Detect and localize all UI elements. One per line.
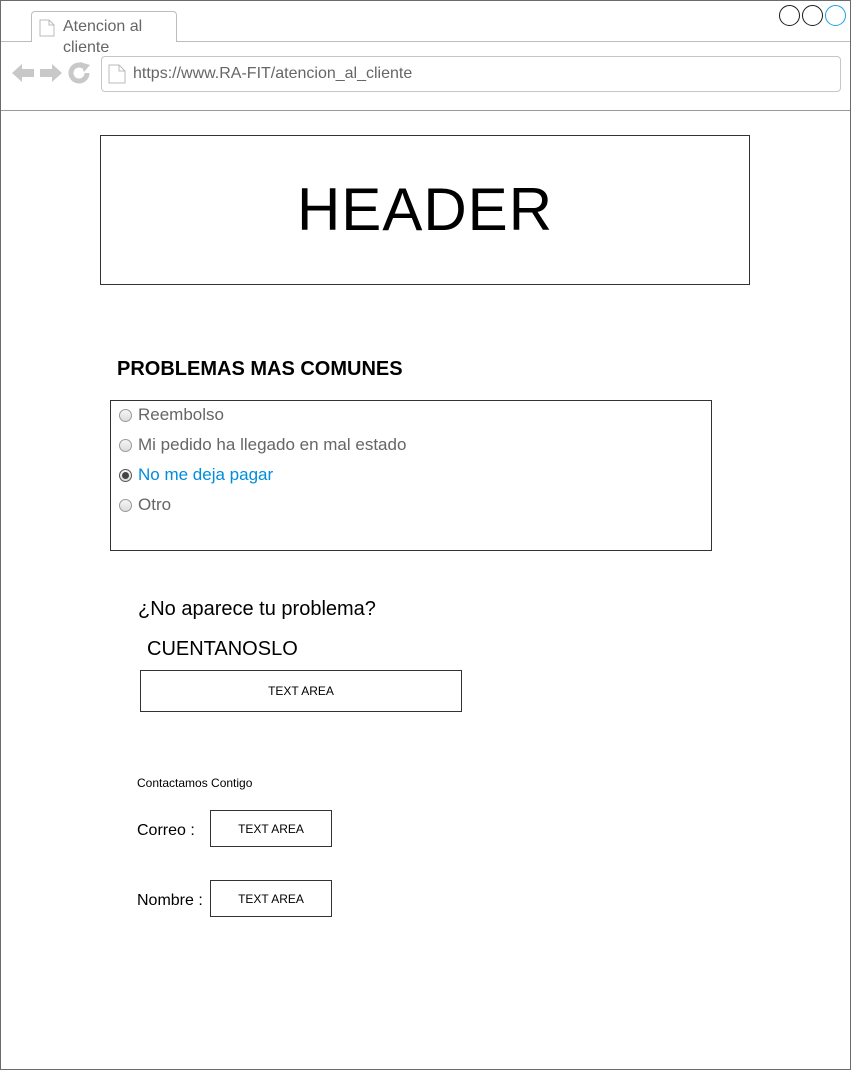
tell-us-heading: CUENTANOSLO <box>147 638 298 660</box>
minimize-button[interactable] <box>779 5 800 26</box>
radio-button[interactable] <box>119 438 132 452</box>
textarea-placeholder: TEXT AREA <box>268 684 334 698</box>
problem-description-textarea[interactable]: TEXT AREA <box>140 670 462 712</box>
radio-label: No me deja pagar <box>138 465 274 484</box>
radio-button[interactable] <box>119 408 132 422</box>
email-label: Correo : <box>137 822 195 839</box>
radio-option-reembolso[interactable]: Reembolso <box>119 405 224 425</box>
navigation-controls <box>11 61 91 90</box>
textarea-placeholder: TEXT AREA <box>238 821 304 836</box>
radio-option-mal-estado[interactable]: Mi pedido ha llegado en mal estado <box>119 435 406 455</box>
radio-button-selected[interactable] <box>119 468 132 482</box>
textarea-placeholder: TEXT AREA <box>238 891 304 906</box>
radio-label: Reembolso <box>138 405 224 424</box>
reload-icon[interactable] <box>67 61 91 90</box>
header-placeholder: HEADER <box>100 135 750 285</box>
radio-label: Mi pedido ha llegado en mal estado <box>138 435 407 454</box>
header-text: HEADER <box>296 176 554 243</box>
radio-option-no-me-deja-pagar[interactable]: No me deja pagar <box>119 465 273 485</box>
browser-window: Atencion al cliente https://www.RA-FIT/a… <box>0 0 851 1070</box>
radio-option-otro[interactable]: Otro <box>119 495 171 515</box>
name-label: Nombre : <box>137 892 203 909</box>
browser-tab[interactable]: Atencion al cliente <box>31 11 177 56</box>
forward-arrow-icon[interactable] <box>39 61 63 90</box>
back-arrow-icon[interactable] <box>11 61 35 90</box>
browser-chrome-divider <box>1 110 850 111</box>
radio-button[interactable] <box>119 498 132 512</box>
close-button[interactable] <box>825 5 846 26</box>
page-icon <box>108 64 126 89</box>
url-text: https://www.RA-FIT/atencion_al_cliente <box>133 65 413 82</box>
name-field[interactable]: TEXT AREA <box>210 880 332 917</box>
problems-radio-group: Reembolso Mi pedido ha llegado en mal es… <box>110 400 712 551</box>
problems-section-title: PROBLEMAS MAS COMUNES <box>117 358 403 380</box>
missing-problem-question: ¿No aparece tu problema? <box>138 598 376 620</box>
contact-section-title: Contactamos Contigo <box>137 776 253 790</box>
email-field[interactable]: TEXT AREA <box>210 810 332 847</box>
address-bar[interactable]: https://www.RA-FIT/atencion_al_cliente <box>101 56 841 92</box>
radio-label: Otro <box>138 495 172 514</box>
tab-title: Atencion al cliente <box>63 18 143 56</box>
page-icon <box>39 19 55 42</box>
maximize-button[interactable] <box>802 5 823 26</box>
window-controls <box>779 5 846 26</box>
